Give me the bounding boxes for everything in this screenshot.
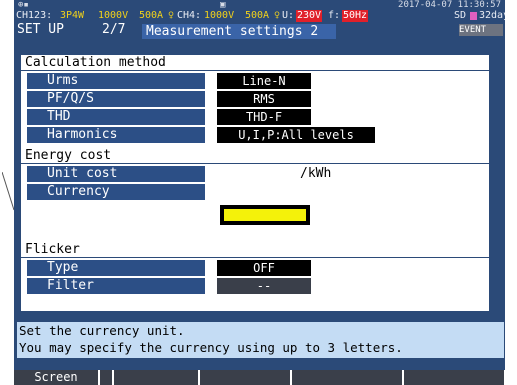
channels-label: CH123: (16, 10, 53, 21)
softkey-6[interactable] (404, 370, 504, 385)
u-label: U: (282, 10, 295, 21)
setting-row-unit-cost[interactable]: Unit cost 0000.00 /kWh (27, 166, 489, 182)
nominal-frequency: 50Hz (342, 10, 369, 22)
section-energy-cost: Energy cost (21, 148, 489, 164)
voltage-range-ch123: 1000V (98, 10, 129, 21)
clamp-sensor-icon: ♀ (274, 10, 281, 21)
flicker-type-value[interactable]: OFF (217, 260, 311, 276)
nominal-voltage: 230V (296, 10, 323, 22)
setting-row-harmonics[interactable]: Harmonics U,I,P:All levels (27, 127, 489, 143)
status-line-ranges: CH123: 3P4W 1000V 500A ♀ CH4: 1000V 500A… (14, 10, 505, 22)
event-label: EVENT (459, 25, 487, 35)
current-range-ch4: 500A (245, 10, 270, 21)
page-header: SET UP 2/7 Measurement settings 2 EVENT … (14, 22, 505, 39)
setting-label: Harmonics (27, 127, 205, 143)
setting-label: Filter (27, 278, 205, 294)
sd-card-icon (470, 12, 477, 20)
help-line-2: You may specify the currency using up to… (19, 340, 403, 355)
softkey-5[interactable] (292, 370, 402, 385)
clamp-sensor-icon: ♀ (168, 10, 175, 21)
setting-row-thd[interactable]: THD THD-F (27, 109, 489, 125)
softkey-3[interactable] (114, 370, 198, 385)
setting-label: Unit cost (27, 166, 205, 182)
pfqs-value[interactable]: RMS (217, 91, 311, 107)
unit-cost-value[interactable]: 0000.00 (241, 167, 283, 178)
f-label: f: (328, 10, 341, 21)
softkey-screen[interactable]: Screen (14, 370, 98, 385)
setting-label: Currency (27, 184, 205, 200)
event-counter: EVENT 0 (459, 24, 503, 36)
setting-row-currency[interactable]: Currency (27, 184, 489, 200)
sd-label: SD (454, 10, 467, 21)
softkey-2[interactable] (100, 370, 112, 385)
help-line-1: Set the currency unit. (19, 323, 185, 338)
unit-cost-unit: /kWh (300, 166, 332, 181)
wiring-mode: 3P4W (60, 10, 85, 21)
setting-label: THD (27, 109, 205, 125)
harmonics-value[interactable]: U,I,P:All levels (217, 127, 375, 143)
storage-media-icon: ▣ (220, 0, 226, 10)
page-title: Measurement settings 2 (142, 24, 336, 39)
flicker-filter-value: -- (217, 278, 311, 294)
page-indicator: 2/7 (102, 22, 126, 37)
plug-indicator-icon: ⊕▪ (18, 0, 29, 10)
voltage-range-ch4: 1000V (204, 10, 235, 21)
datetime: 2017-04-07 11:30:57 (398, 0, 501, 10)
current-range-ch123: 500A (139, 10, 164, 21)
softkey-4[interactable] (200, 370, 290, 385)
side-pointer-line (2, 172, 14, 211)
mode-label: SET UP (17, 22, 64, 37)
setting-row-flicker-filter[interactable]: Filter -- (27, 278, 489, 294)
softkey-bar: Screen (0, 370, 517, 385)
screen: ⊕▪ ▣ 2017-04-07 11:30:57 CH123: 3P4W 100… (14, 0, 505, 370)
setting-row-pfqs[interactable]: PF/Q/S RMS (27, 91, 489, 107)
currency-input-cursor[interactable] (224, 209, 306, 221)
instrument-display: ⊕▪ ▣ 2017-04-07 11:30:57 CH123: 3P4W 100… (0, 0, 517, 385)
currency-input[interactable] (217, 202, 313, 228)
setting-label: Type (27, 260, 205, 276)
setting-label: PF/Q/S (27, 91, 205, 107)
settings-panel: Calculation method Urms Line-N PF/Q/S RM… (21, 55, 489, 311)
thd-value[interactable]: THD-F (217, 109, 311, 125)
setting-row-flicker-type[interactable]: Type OFF (27, 260, 489, 276)
urms-value[interactable]: Line-N (217, 73, 311, 89)
sd-remaining: 32days (479, 10, 505, 21)
section-flicker: Flicker (21, 242, 489, 258)
ch4-label: CH4: (177, 10, 202, 21)
status-line-top: ⊕▪ ▣ 2017-04-07 11:30:57 (14, 0, 505, 10)
section-calculation-method: Calculation method (21, 55, 489, 71)
setting-row-urms[interactable]: Urms Line-N (27, 73, 489, 89)
help-text-box: Set the currency unit. You may specify t… (17, 322, 504, 358)
setting-label: Urms (27, 73, 205, 89)
